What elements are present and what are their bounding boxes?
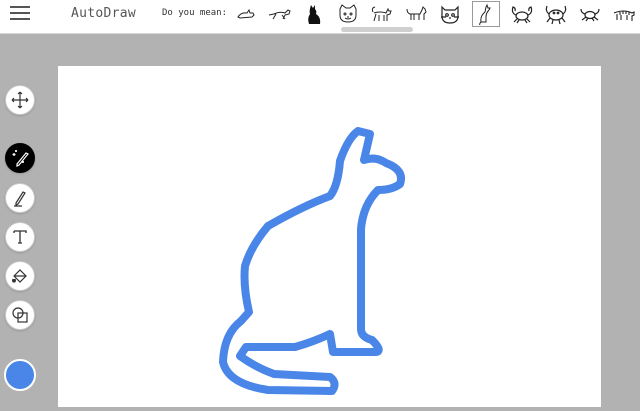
suggestion-cat-sitting[interactable]	[472, 1, 500, 27]
fill-tool-button[interactable]	[5, 261, 35, 291]
suggestion-cat-face[interactable]	[334, 1, 362, 27]
suggestion-cat-running[interactable]	[266, 1, 294, 27]
shapes-icon	[12, 307, 28, 323]
suggestions-label: Do you mean:	[162, 8, 228, 18]
cat-drawing	[219, 127, 405, 395]
cat-drawing-stroke	[219, 127, 405, 395]
text-icon	[13, 230, 27, 244]
suggestion-black-cat[interactable]	[300, 1, 328, 27]
crab-outline-icon	[545, 5, 567, 25]
paint-bucket-icon	[12, 269, 27, 283]
tiger-icon	[613, 10, 635, 21]
cat-walking-icon	[371, 6, 392, 22]
color-picker-swatch[interactable]	[4, 359, 36, 391]
draw-tool-button[interactable]	[5, 183, 35, 213]
cat-standing-icon	[406, 6, 427, 20]
suggestion-crab[interactable]	[508, 1, 536, 27]
cat-running-icon	[268, 9, 291, 20]
move-tool-button[interactable]	[5, 85, 35, 115]
type-tool-button[interactable]	[5, 222, 35, 252]
crab-small-icon	[580, 8, 600, 22]
menu-icon[interactable]	[10, 6, 30, 22]
cat-sitting-icon	[479, 3, 491, 25]
drawing-canvas[interactable]	[58, 66, 601, 407]
move-icon	[11, 91, 29, 109]
top-bar: AutoDraw Do you mean:	[0, 0, 640, 34]
autodraw-tool-button[interactable]	[5, 143, 35, 173]
suggestion-crab-outline[interactable]	[542, 1, 570, 27]
app-title: AutoDraw	[71, 6, 137, 21]
suggestion-crab-small[interactable]	[576, 1, 604, 27]
crab-icon	[511, 6, 533, 24]
pencil-icon	[14, 191, 26, 207]
suggestions-scroll-handle[interactable]	[341, 27, 413, 32]
suggestion-cat-standing[interactable]	[402, 1, 430, 27]
suggestion-cat-head[interactable]	[436, 1, 464, 27]
suggestion-cat-lying[interactable]	[232, 1, 260, 27]
cat-face-icon	[339, 4, 357, 23]
cat-head-icon	[441, 5, 459, 24]
suggestion-cat-walking[interactable]	[368, 1, 396, 27]
suggestion-tiger[interactable]	[610, 1, 638, 27]
black-cat-icon	[308, 5, 321, 24]
shape-tool-button[interactable]	[5, 300, 35, 330]
magic-pencil-icon	[12, 150, 29, 167]
cat-lying-icon	[237, 8, 255, 19]
